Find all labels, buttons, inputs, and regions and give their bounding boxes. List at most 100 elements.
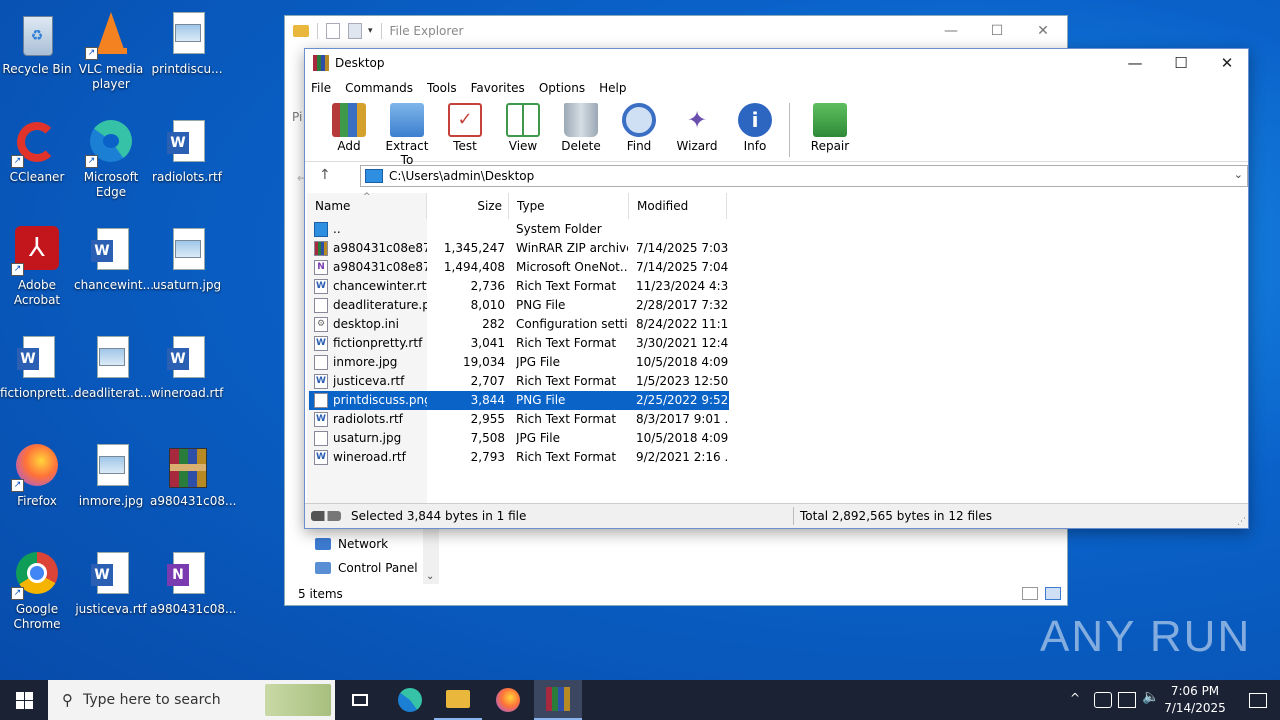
table-row[interactable]: ⚙ desktop.ini 282 Configuration setti...…	[309, 315, 729, 334]
table-row[interactable]: W justiceva.rtf 2,707 Rich Text Format 1…	[309, 372, 729, 391]
file-size: 2,793	[470, 450, 505, 464]
desktop-icon-onenote-file[interactable]: N a980431c08...	[150, 544, 236, 617]
up-one-level-button[interactable]: ↑	[319, 167, 331, 183]
jpg-file-icon	[314, 355, 328, 370]
menu-options[interactable]: Options	[539, 81, 585, 95]
column-header-type[interactable]: Type	[509, 193, 629, 219]
divider	[317, 23, 318, 39]
taskbar-winrar-button[interactable]	[534, 680, 582, 720]
new-folder-icon[interactable]	[348, 23, 362, 39]
taskbar-search-box[interactable]: ⚲ Type here to search	[48, 680, 335, 720]
repair-button[interactable]: Repair	[802, 99, 858, 153]
start-button[interactable]	[0, 680, 48, 720]
file-type: WinRAR ZIP archive	[516, 241, 628, 255]
desktop-icon-justiceva[interactable]: W justiceva.rtf	[74, 544, 148, 617]
chevron-down-icon[interactable]: ⌄	[1234, 168, 1243, 181]
tiles-view-icon[interactable]	[1045, 587, 1061, 600]
task-view-button[interactable]	[336, 680, 384, 720]
add-button[interactable]: Add	[321, 99, 377, 153]
winrar-close-button[interactable]: ✕	[1204, 49, 1250, 77]
desktop-icon-ccleaner[interactable]: ↗ CCleaner	[0, 112, 74, 185]
table-row[interactable]: W fictionpretty.rtf 3,041 Rich Text Form…	[309, 334, 729, 353]
file-size: 3,041	[470, 336, 505, 350]
tool-label: Add	[337, 139, 361, 153]
table-row[interactable]: deadliterature.p... 8,010 PNG File 2/28/…	[309, 296, 729, 315]
menu-tools[interactable]: Tools	[427, 81, 457, 95]
desktop-icon-printdiscuss[interactable]: printdiscu...	[150, 4, 224, 77]
desktop-icon-wineroad[interactable]: W wineroad.rtf	[150, 328, 224, 401]
clock[interactable]: 7:06 PM 7/14/2025	[1160, 683, 1230, 717]
trash-icon	[564, 103, 598, 137]
menu-favorites[interactable]: Favorites	[471, 81, 525, 95]
table-row[interactable]: a980431c08e873... 1,345,247 WinRAR ZIP a…	[309, 239, 729, 258]
resize-grip-icon[interactable]: ⋰	[1237, 517, 1246, 527]
desktop-icon-microsoft-edge[interactable]: ↗ Microsoft Edge	[74, 112, 148, 200]
taskbar-file-explorer-button[interactable]	[434, 680, 482, 720]
tool-label: Wizard	[676, 139, 718, 153]
desktop-icon-recycle-bin[interactable]: ♻ Recycle Bin	[0, 4, 74, 77]
winrar-minimize-button[interactable]: —	[1112, 49, 1158, 77]
menu-file[interactable]: File	[311, 81, 331, 95]
winrar-window[interactable]: Desktop — ☐ ✕ File Commands Tools Favori…	[304, 48, 1249, 529]
column-header-modified[interactable]: Modified	[629, 193, 727, 219]
file-name: ..	[333, 222, 341, 236]
table-row[interactable]: usaturn.jpg 7,508 JPG File 10/5/2018 4:0…	[309, 429, 729, 448]
explorer-close-button[interactable]: ✕	[1020, 16, 1066, 46]
menu-commands[interactable]: Commands	[345, 81, 413, 95]
scroll-down-icon[interactable]: ⌄	[426, 571, 434, 582]
desktop-icon-firefox[interactable]: ↗ Firefox	[0, 436, 74, 509]
desktop-icon-fictionpretty[interactable]: W fictionprett...	[0, 328, 78, 401]
column-header-size[interactable]: Size	[427, 193, 509, 219]
desktop-icon-deadliterature[interactable]: deadliterat...	[74, 328, 151, 401]
table-row[interactable]: W wineroad.rtf 2,793 Rich Text Format 9/…	[309, 448, 729, 467]
taskbar-firefox-button[interactable]	[484, 680, 532, 720]
properties-icon[interactable]	[326, 23, 340, 39]
menu-help[interactable]: Help	[599, 81, 626, 95]
notifications-button[interactable]	[1236, 680, 1280, 720]
column-header-name[interactable]: Name ^	[307, 192, 427, 219]
nav-scrollbar[interactable]: ⌄	[423, 529, 439, 584]
taskbar-edge-button[interactable]	[386, 680, 434, 720]
desktop-icon-chancewinter[interactable]: W chancewint...	[74, 220, 154, 293]
desktop-icon-radiolots[interactable]: W radiolots.rtf	[150, 112, 224, 185]
desktop-icon-rar-archive[interactable]: a980431c08...	[150, 436, 236, 509]
show-hidden-icons-button[interactable]: ^	[1070, 691, 1080, 705]
explorer-minimize-button[interactable]: —	[928, 16, 974, 46]
info-button[interactable]: i Info	[727, 99, 783, 153]
details-view-icon[interactable]	[1022, 587, 1038, 600]
desktop-icon-inmore[interactable]: inmore.jpg	[74, 436, 148, 509]
table-row[interactable]: .. System Folder	[309, 220, 729, 239]
file-modified: 2/25/2022 9:52 ...	[636, 393, 728, 407]
table-row[interactable]: W radiolots.rtf 2,955 Rich Text Format 8…	[309, 410, 729, 429]
explorer-maximize-button[interactable]: ☐	[974, 16, 1020, 46]
winrar-maximize-button[interactable]: ☐	[1158, 49, 1204, 77]
table-row[interactable]: W chancewinter.rtf 2,736 Rich Text Forma…	[309, 277, 729, 296]
extract-to-button[interactable]: Extract To	[379, 99, 435, 167]
desktop-icon-vlc[interactable]: ↗ VLC media player	[74, 4, 148, 92]
nav-item-network[interactable]: Network	[315, 533, 388, 555]
table-row[interactable]: N a980431c08e873... 1,494,408 Microsoft …	[309, 258, 729, 277]
desktop-icon-adobe-acrobat[interactable]: ⅄ ↗ Adobe Acrobat	[0, 220, 74, 308]
folder-icon	[446, 690, 470, 708]
address-bar[interactable]: C:\Users\admin\Desktop ⌄	[360, 165, 1248, 187]
table-row-selected[interactable]: printdiscuss.png 3,844 PNG File 2/25/202…	[309, 391, 729, 410]
quick-access-dropdown-icon[interactable]: ▾	[368, 26, 373, 36]
desktop-icon-google-chrome[interactable]: ↗ Google Chrome	[0, 544, 74, 632]
winrar-status-bar: Selected 3,844 bytes in 1 file Total 2,8…	[305, 503, 1248, 528]
table-row[interactable]: inmore.jpg 19,034 JPG File 10/5/2018 4:0…	[309, 353, 729, 372]
nav-item-control-panel[interactable]: Control Panel	[315, 557, 418, 579]
winrar-titlebar[interactable]: Desktop	[305, 49, 1248, 77]
clock-time: 7:06 PM	[1170, 684, 1220, 698]
find-button[interactable]: Find	[611, 99, 667, 153]
onedrive-icon[interactable]	[1094, 692, 1112, 708]
test-button[interactable]: ✓ Test	[437, 99, 493, 153]
tool-label: Delete	[561, 139, 601, 153]
column-header-row: Name ^ Size Type Modified	[307, 192, 1248, 219]
desktop-icon-usaturn[interactable]: usaturn.jpg	[150, 220, 224, 293]
network-icon[interactable]	[1118, 692, 1136, 708]
wizard-button[interactable]: ✦ Wizard	[669, 99, 725, 153]
anyrun-watermark: ANY RUN	[1040, 612, 1251, 662]
volume-icon[interactable]: 🔈	[1142, 689, 1159, 705]
view-button[interactable]: View	[495, 99, 551, 153]
delete-button[interactable]: Delete	[553, 99, 609, 153]
